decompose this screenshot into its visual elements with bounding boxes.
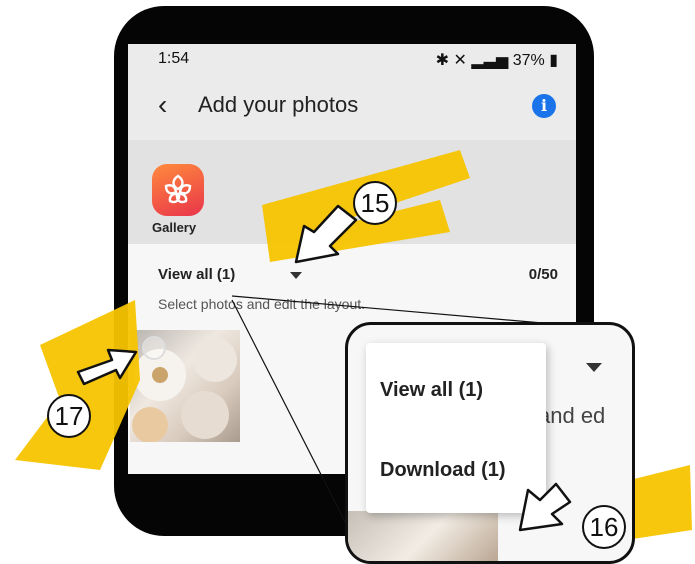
- arrow-15-icon: [294, 204, 358, 264]
- step-marker-15: 15: [353, 181, 397, 225]
- arrow-layer: [76, 204, 572, 532]
- step-marker-16: 16: [582, 505, 626, 549]
- arrow-16-icon: [518, 482, 572, 532]
- step-marker-17: 17: [47, 394, 91, 438]
- arrow-17-icon: [76, 348, 138, 386]
